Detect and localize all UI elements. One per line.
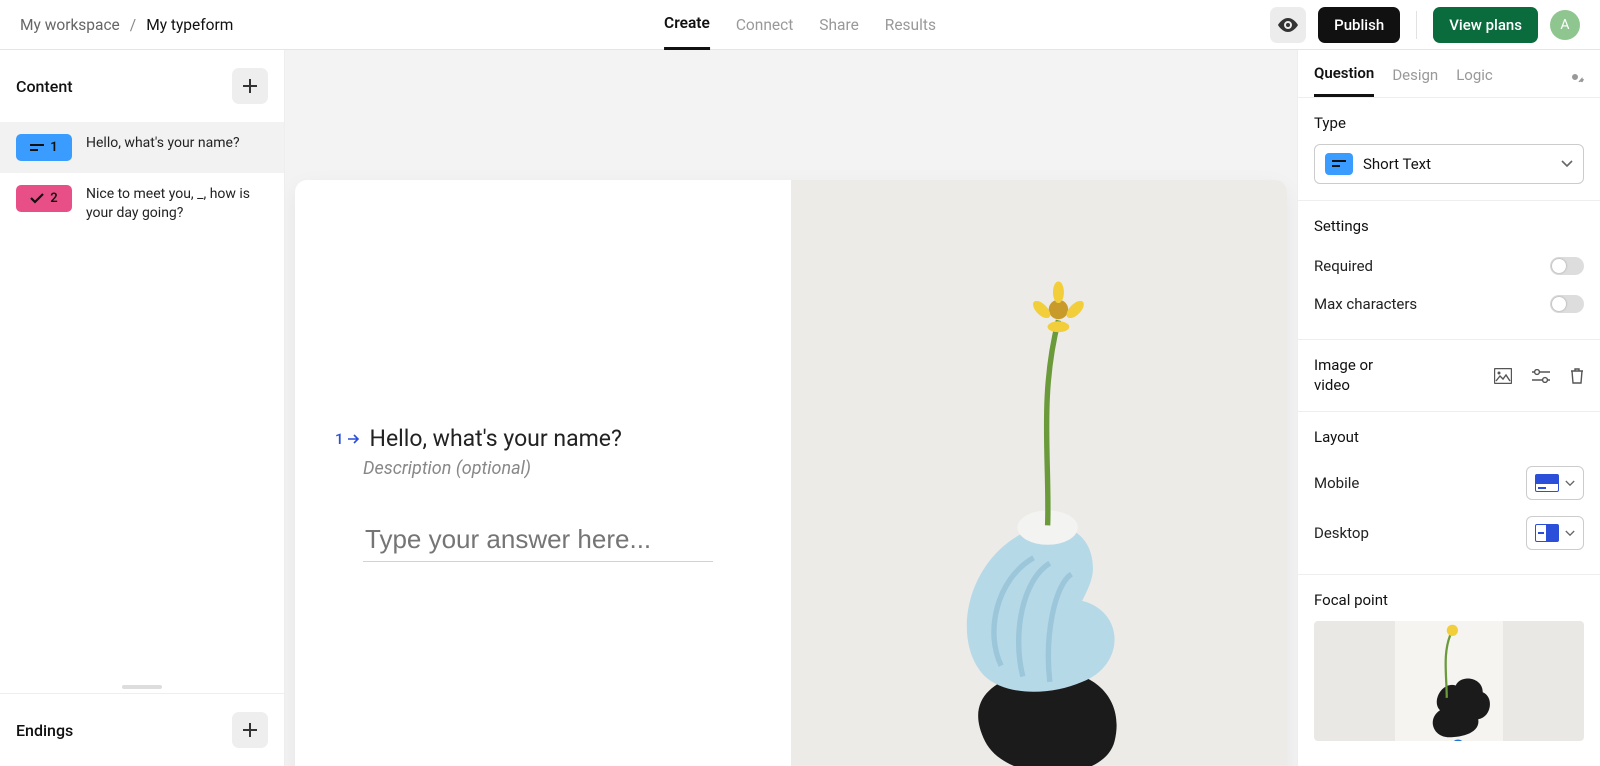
canvas: 1 Hello, what's your name? Description (… [285,50,1297,766]
question-number-indicator: 1 [335,430,360,448]
drag-handle[interactable] [122,685,162,689]
settings-gear-button[interactable] [1566,68,1584,94]
question-item-2[interactable]: 2 Nice to meet you, _, how is your day g… [0,173,284,235]
endings-title: Endings [16,721,73,740]
media-label: Image or video [1314,356,1404,395]
tab-results[interactable]: Results [885,0,936,50]
add-question-button[interactable] [232,68,268,104]
chevron-down-icon [1561,160,1573,168]
rtab-logic[interactable]: Logic [1456,66,1493,96]
settings-section-title: Settings [1314,217,1584,235]
adjust-image-button[interactable] [1532,369,1550,383]
question-description-input[interactable]: Description (optional) [363,458,751,479]
focal-section-title: Focal point [1314,591,1584,609]
question-type-select[interactable]: Short Text [1314,144,1584,184]
short-text-icon [30,142,44,154]
divider [1416,11,1417,39]
question-number-2: 2 [50,191,57,206]
layout-section-title: Layout [1314,428,1584,446]
gear-icon [1566,68,1584,86]
left-panel: Content 1 Hello, what's your name? [0,50,285,766]
maxchars-label: Max characters [1314,295,1417,313]
mobile-layout-select[interactable] [1526,466,1584,500]
chevron-down-icon [1565,530,1575,537]
right-panel: Question Design Logic Type Short Text Se… [1297,50,1600,766]
tab-connect[interactable]: Connect [736,0,793,50]
type-value: Short Text [1363,155,1551,173]
eye-icon [1278,18,1298,32]
required-toggle[interactable] [1550,257,1584,275]
tab-create[interactable]: Create [664,0,710,50]
focal-thumb-image [1314,621,1584,741]
question-number-1: 1 [50,140,57,155]
trash-icon [1570,368,1584,384]
chevron-down-icon [1565,480,1575,487]
required-label: Required [1314,257,1373,275]
question-title-input[interactable]: Hello, what's your name? [370,425,622,452]
maxchars-toggle[interactable] [1550,295,1584,313]
breadcrumb-separator: / [130,16,136,34]
type-section-title: Type [1314,114,1584,132]
question-item-1[interactable]: 1 Hello, what's your name? [0,122,284,173]
question-text-2: Nice to meet you, _, how is your day goi… [86,185,268,223]
content-title: Content [16,77,73,96]
add-ending-button[interactable] [232,712,268,748]
breadcrumb-current[interactable]: My typeform [146,16,233,34]
image-icon [1494,368,1512,384]
add-image-button[interactable] [1494,368,1512,384]
mobile-layout-icon [1535,474,1559,492]
rtab-question[interactable]: Question [1314,64,1374,97]
question-chip-2: 2 [16,185,72,212]
question-card: 1 Hello, what's your name? Description (… [295,180,1287,766]
breadcrumb-workspace[interactable]: My workspace [20,16,120,34]
short-text-chip-icon [1325,153,1353,175]
question-image[interactable] [791,180,1287,766]
avatar[interactable]: A [1550,10,1580,40]
check-icon [30,193,44,205]
preview-button[interactable] [1270,7,1306,43]
flower-sculpture-image [791,180,1287,766]
question-chip-1: 1 [16,134,72,161]
focal-point-preview[interactable] [1314,621,1584,741]
tab-share[interactable]: Share [819,0,859,50]
plus-icon [243,723,257,737]
publish-button[interactable]: Publish [1318,7,1400,43]
view-plans-button[interactable]: View plans [1433,7,1538,43]
desktop-label: Desktop [1314,524,1369,542]
desktop-layout-select[interactable] [1526,516,1584,550]
delete-image-button[interactable] [1570,368,1584,384]
desktop-layout-icon [1535,524,1559,542]
answer-input[interactable] [363,523,713,562]
plus-icon [243,79,257,93]
question-text-1: Hello, what's your name? [86,134,240,153]
sliders-icon [1532,369,1550,383]
top-tabs: Create Connect Share Results [664,0,936,50]
rtab-design[interactable]: Design [1392,66,1438,96]
arrow-right-icon [348,434,360,444]
mobile-label: Mobile [1314,474,1359,492]
breadcrumb: My workspace / My typeform [20,16,233,34]
